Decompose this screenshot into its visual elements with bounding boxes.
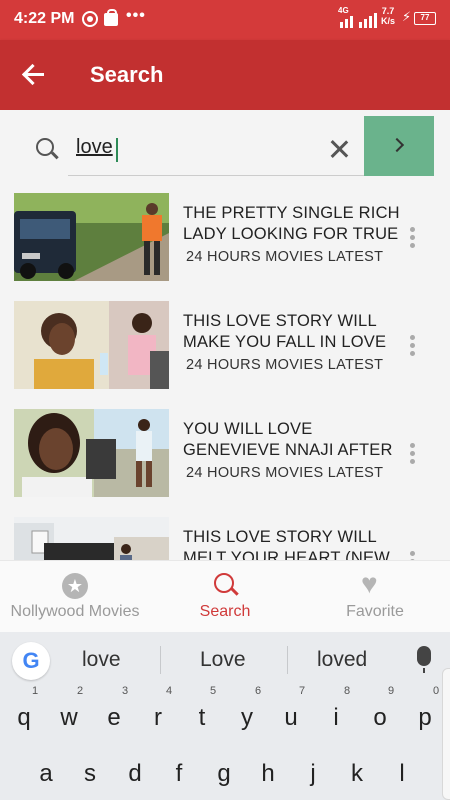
battery-icon: 77 (414, 12, 436, 25)
key-i[interactable]: 8i (314, 685, 358, 744)
video-title: THE PRETTY SINGLE RICH LADY LOOKING FOR … (183, 204, 400, 243)
more-vert-icon[interactable] (410, 551, 416, 560)
key-k[interactable]: k (335, 744, 379, 800)
video-thumbnail[interactable] (14, 409, 169, 497)
search-bar: love (0, 110, 450, 185)
key-j[interactable]: j (291, 744, 335, 800)
whatsapp-icon (82, 11, 98, 27)
more-vert-icon[interactable] (410, 335, 416, 357)
list-item[interactable]: YOU WILL LOVE GENEVIEVE NNAJI AFTER 24 H… (0, 401, 450, 509)
text-cursor (116, 138, 118, 162)
network-speed-unit: K/s (380, 16, 395, 26)
suggestion-bar: G love Love loved (0, 632, 450, 688)
search-submit-button[interactable] (364, 116, 434, 176)
suggestion-item[interactable]: loved (317, 648, 367, 672)
key-o[interactable]: 9o (358, 685, 402, 744)
key-w[interactable]: 2w (47, 685, 91, 744)
divider (287, 646, 288, 674)
signal-icon: 4G (338, 6, 378, 28)
key-s[interactable]: s (68, 744, 112, 800)
tab-label: Favorite (346, 603, 404, 620)
key-q[interactable]: 1q (2, 685, 46, 744)
key-d[interactable]: d (113, 744, 157, 800)
shopping-bag-icon (104, 9, 118, 26)
edge-panel-handle[interactable] (442, 668, 450, 800)
key-r[interactable]: 4r (136, 685, 180, 744)
key-y[interactable]: 6y (225, 685, 269, 744)
video-channel: 24 HOURS MOVIES LATEST (186, 465, 384, 481)
google-logo-icon[interactable]: G (12, 642, 50, 680)
heart-icon: ♥ (361, 568, 378, 599)
key-f[interactable]: f (157, 744, 201, 800)
status-time: 4:22 PM (14, 10, 75, 27)
network-speed-value: 7.7 (381, 6, 395, 16)
key-u[interactable]: 7u (269, 685, 313, 744)
tab-nollywood-movies[interactable]: ★ Nollywood Movies (0, 561, 150, 633)
key-g[interactable]: g (202, 744, 246, 800)
tab-search[interactable]: Search (150, 561, 300, 633)
video-title: YOU WILL LOVE GENEVIEVE NNAJI AFTER (183, 420, 393, 459)
key-p[interactable]: 0p (403, 685, 447, 744)
search-icon (36, 138, 54, 156)
keyboard-row-2: a s d f g h j k l (0, 744, 450, 800)
tab-label: Nollywood Movies (10, 603, 140, 620)
suggestion-item[interactable]: Love (200, 648, 246, 672)
bottom-navigation: ★ Nollywood Movies Search ♥ Favorite (0, 560, 450, 632)
more-notifications-icon: ••• (126, 7, 146, 24)
clear-icon[interactable] (328, 138, 350, 160)
tab-favorite[interactable]: ♥ Favorite (300, 561, 450, 633)
search-icon (214, 573, 234, 593)
video-thumbnail[interactable] (14, 517, 169, 560)
back-arrow-icon[interactable] (22, 64, 46, 86)
search-input[interactable]: love (76, 136, 326, 166)
suggestion-item[interactable]: love (82, 648, 121, 672)
soft-keyboard: G love Love loved 1q 2w 3e 4r 5t 6y 7u 8… (0, 632, 450, 800)
tab-label: Search (199, 603, 251, 620)
video-title: THIS LOVE STORY WILL MELT YOUR HEART (NE… (183, 528, 390, 560)
list-item[interactable]: THIS LOVE STORY WILL MELT YOUR HEART (NE… (0, 509, 450, 560)
app-bar: Search (0, 40, 450, 110)
divider (160, 646, 161, 674)
video-thumbnail[interactable] (14, 301, 169, 389)
status-bar: 4:22 PM ••• 4G 7.7 K/s ⚡ 77 (0, 0, 450, 40)
results-list: THE PRETTY SINGLE RICH LADY LOOKING FOR … (0, 185, 450, 560)
star-icon: ★ (62, 573, 88, 599)
list-item[interactable]: THE PRETTY SINGLE RICH LADY LOOKING FOR … (0, 185, 450, 293)
chevron-right-icon (389, 137, 405, 153)
more-vert-icon[interactable] (410, 443, 416, 465)
more-vert-icon[interactable] (410, 227, 416, 249)
list-item[interactable]: THIS LOVE STORY WILL MAKE YOU FALL IN LO… (0, 293, 450, 401)
key-l[interactable]: l (380, 744, 424, 800)
search-field[interactable]: love (68, 132, 364, 176)
network-type: 4G (338, 6, 349, 15)
video-title: THIS LOVE STORY WILL MAKE YOU FALL IN LO… (183, 312, 387, 351)
key-e[interactable]: 3e (92, 685, 136, 744)
page-title: Search (90, 62, 164, 87)
network-speed: 7.7 K/s (380, 6, 396, 26)
key-t[interactable]: 5t (180, 685, 224, 744)
keyboard-row-1: 1q 2w 3e 4r 5t 6y 7u 8i 9o 0p (0, 685, 450, 744)
screen: 4:22 PM ••• 4G 7.7 K/s ⚡ 77 Search love (0, 0, 450, 800)
charging-icon: ⚡ (402, 9, 412, 24)
key-a[interactable]: a (24, 744, 68, 800)
microphone-icon[interactable] (417, 646, 431, 673)
video-thumbnail[interactable] (14, 193, 169, 281)
video-channel: 24 HOURS MOVIES LATEST (186, 249, 384, 265)
video-channel: 24 HOURS MOVIES LATEST (186, 357, 384, 373)
key-h[interactable]: h (246, 744, 290, 800)
